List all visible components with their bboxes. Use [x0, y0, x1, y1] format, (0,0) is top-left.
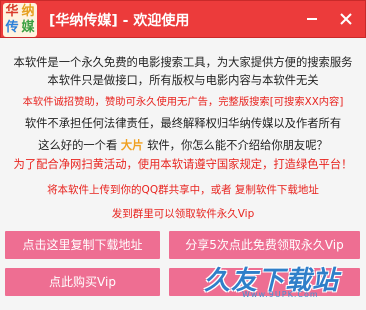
- minimize-button[interactable]: [297, 5, 327, 33]
- recommend-text-a: 这么好的一个看: [38, 139, 118, 152]
- logo-char-1: 华: [5, 4, 19, 19]
- logo-char-3: 传: [5, 20, 19, 35]
- site-watermark: 久友下载站 Www.9UPK.Com: [204, 244, 364, 306]
- copy-download-button[interactable]: 点击这里复制下载地址: [5, 231, 160, 259]
- share-instruction-line: 将本软件上传到你的QQ群共享中，或者 复制软件下载地址: [47, 184, 319, 196]
- title-bar: 华 纳 传 媒 [华纳传媒] - 欢迎使用: [0, 0, 366, 38]
- disclaimer-line: 软件不承担任何法律责任，最终解释权归华纳传媒以及作者所有: [24, 117, 342, 130]
- close-button[interactable]: [331, 5, 361, 33]
- recommend-line: 这么好的一个看 大片 软件，你怎么能不介绍给你朋友呢？: [0, 139, 366, 153]
- intro-line-1: 本软件是一个永久免费的电影搜索工具，为大家提供方便的搜索服务: [13, 56, 353, 69]
- recommend-highlight: 大片: [120, 139, 144, 152]
- window-title: [华纳传媒] - 欢迎使用: [49, 13, 190, 29]
- app-logo-icon: 华 纳 传 媒: [3, 3, 37, 37]
- vip-instruction-line: 发到群里可以领取软件永久Vip: [111, 208, 255, 220]
- logo-char-4: 媒: [21, 20, 35, 35]
- recommend-text-b: 软件，你怎么能不介绍给你朋友呢？: [147, 139, 328, 152]
- close-icon: [340, 13, 352, 25]
- sponsor-line: 本软件诚招赞助，赞助可永久使用无广告，完整版搜索[可搜索XX内容]: [22, 96, 344, 108]
- notice-line: 为了配合净网扫黄活动，使用本软请遵守国家规定，打造绿色平台！: [13, 158, 353, 171]
- watermark-sub: Www.9UPK.Com: [242, 290, 319, 299]
- buy-vip-button[interactable]: 点此购买Vip: [5, 268, 160, 296]
- minimize-icon: [307, 18, 317, 20]
- logo-char-2: 纳: [21, 4, 35, 19]
- intro-line-2: 本软件只是做接口，所有版权与电影内容与本软件无关: [47, 74, 319, 87]
